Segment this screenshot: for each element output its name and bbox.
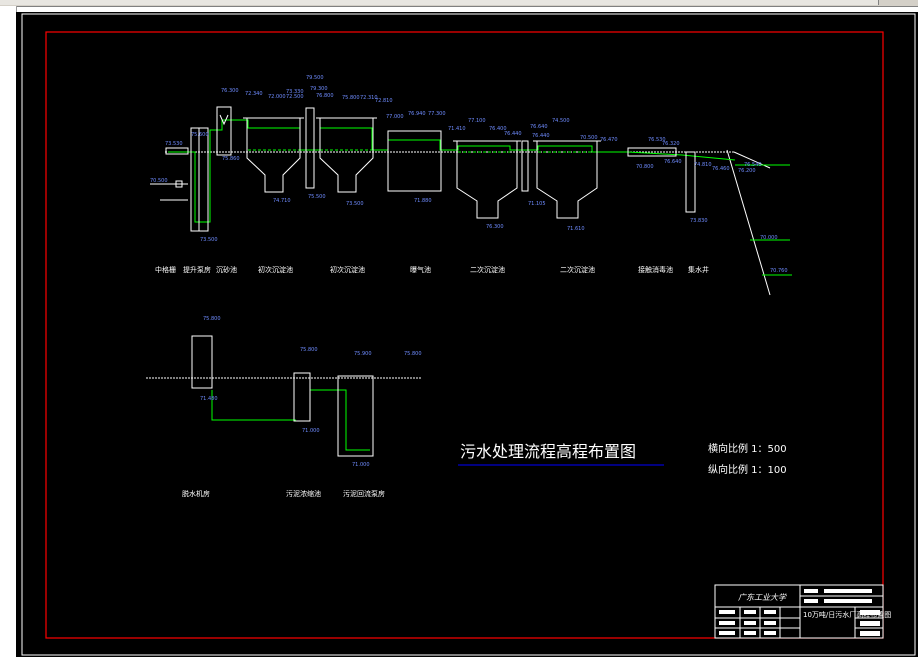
drawing-name: 10万吨/日污水厂高程布置图 (803, 610, 891, 619)
elevation-label: 75.800 (300, 347, 318, 353)
unit-label: 集水井 (688, 265, 709, 274)
elevation-label: 76.300 (221, 88, 239, 94)
elevation-label: 75.800 (203, 316, 221, 322)
primary-clarifier-1 (246, 118, 301, 193)
elevation-label: 76.440 (504, 131, 522, 137)
elevation-label: 76.470 (600, 137, 618, 143)
elevation-label: 70.500 (150, 178, 168, 184)
elevation-label: 75.860 (222, 156, 240, 162)
elevation-label: 71.480 (200, 396, 218, 402)
primary-clarifier-2 (319, 118, 374, 193)
elevation-label: 76.460 (712, 166, 730, 172)
sludge-return-pump (337, 375, 374, 457)
unit-label: 二次沉淀池 (560, 265, 595, 274)
elevation-label: 71.410 (448, 126, 466, 132)
elevation-label: 76.800 (316, 93, 334, 99)
elevation-label: 72.500 (286, 94, 304, 100)
dewatering-building (191, 335, 213, 389)
elevation-label: 76.300 (486, 224, 504, 230)
elevation-label: 70.000 (760, 235, 778, 241)
cad-drawing: 污水处理流程高程布置图 横向比例 1：500 纵向比例 1：100 中格栅 提升… (21, 13, 916, 656)
elevation-label: 71.610 (567, 226, 585, 232)
elevation-label: 76.940 (408, 111, 426, 117)
sludge-pipe-1 (211, 390, 296, 421)
elevation-label: 70.760 (770, 268, 788, 274)
elevation-label: 76.540 (744, 162, 762, 168)
unit-label: 脱水机房 (182, 489, 210, 498)
elevation-label: 74.810 (694, 162, 712, 168)
elevation-label: 76.440 (532, 133, 550, 139)
elevation-label: 75.600 (191, 132, 209, 138)
elevation-label: 73.830 (690, 218, 708, 224)
drawing-title: 污水处理流程高程布置图 (460, 442, 636, 461)
unit-label: 中格栅 (155, 265, 176, 274)
unit-label: 污泥浓缩池 (286, 489, 321, 498)
elevation-label: 72.810 (375, 98, 393, 104)
process-structures (165, 106, 696, 232)
elevation-label: 75.800 (404, 351, 422, 357)
elevation-label: 77.300 (428, 111, 446, 117)
distribution-well-2 (521, 140, 529, 192)
elevation-label: 73.530 (165, 141, 183, 147)
unit-label: 曝气池 (410, 265, 431, 274)
elevation-label: 71.000 (302, 428, 320, 434)
elevation-label: 75.800 (342, 95, 360, 101)
unit-label: 污泥回流泵房 (343, 489, 385, 498)
elevation-label: 75.500 (308, 194, 326, 200)
elevation-label: 74.710 (273, 198, 291, 204)
hydraulic-grade-line (168, 119, 736, 223)
elevation-label: 77.000 (386, 114, 404, 120)
collection-well (685, 151, 696, 213)
grit-chamber (216, 106, 232, 156)
elevation-label: 79.300 (310, 86, 328, 92)
sheet-outer-border (21, 13, 916, 656)
unit-label: 提升泵房 (183, 265, 211, 274)
unit-labels: 中格栅 提升泵房 沉砂池 初次沉淀池 初次沉淀池 曝气池 二次沉淀池 二次沉淀池… (155, 265, 709, 498)
elevation-label: 77.100 (468, 118, 486, 124)
unit-label: 初次沉淀池 (330, 265, 365, 274)
unit-label: 二次沉淀池 (470, 265, 505, 274)
elevation-label: 75.900 (354, 351, 372, 357)
elevation-label: 73.500 (346, 201, 364, 207)
vertical-scale: 纵向比例 1：100 (708, 463, 787, 476)
horizontal-scale: 横向比例 1：500 (708, 442, 787, 455)
elevation-label: 70.500 (580, 135, 598, 141)
grid-channel (165, 147, 189, 155)
elevation-label: 70.800 (636, 164, 654, 170)
elevation-label: 71.880 (414, 198, 432, 204)
elevation-label: 74.500 (552, 118, 570, 124)
elevation-label: 72.340 (245, 91, 263, 97)
unit-label: 接触消毒池 (638, 265, 673, 274)
secondary-clarifier-1 (456, 141, 518, 219)
elevation-label: 71.000 (352, 462, 370, 468)
distribution-well-1 (305, 107, 315, 189)
secondary-clarifier-2 (536, 141, 598, 219)
elevation-label: 76.640 (664, 159, 682, 165)
elevation-label: 79.500 (306, 75, 324, 81)
elevation-label: 76.200 (738, 168, 756, 174)
sludge-pipe-2 (310, 389, 370, 451)
unit-label: 初次沉淀池 (258, 265, 293, 274)
elevation-label: 76.640 (530, 124, 548, 130)
school-name: 广东工业大学 (738, 593, 787, 602)
elevation-label: 76.320 (662, 141, 680, 147)
title-block: 广东工业大学 10万吨/日污水厂高程布置图 (714, 584, 891, 639)
unit-label: 沉砂池 (216, 265, 237, 274)
sludge-thickener (293, 372, 311, 422)
drawing-frame (45, 31, 884, 639)
elevation-label: 72.000 (268, 94, 286, 100)
elevation-label: 71.105 (528, 201, 546, 207)
elevation-label: 73.500 (200, 237, 218, 243)
